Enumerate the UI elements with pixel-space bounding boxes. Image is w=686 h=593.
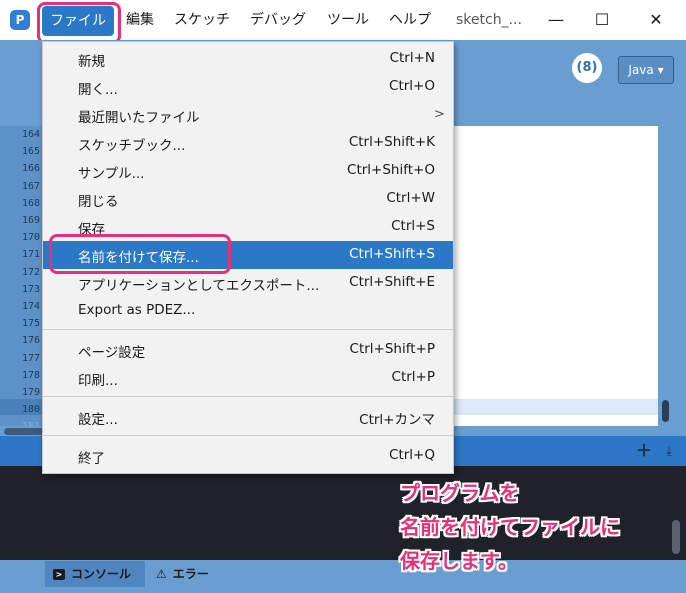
menu-item-print[interactable]: 印刷... Ctrl+P (43, 364, 453, 392)
line-number: 168 (21, 197, 40, 209)
annotation-line-2: 名前を付けてファイルに (400, 515, 620, 539)
tab-errors-label: エラー (172, 567, 209, 581)
line-number: 166 (21, 163, 40, 175)
menu-tools[interactable]: ツール (327, 0, 369, 40)
menu-debug[interactable]: デバッグ (250, 0, 306, 40)
debug-mode-button[interactable]: (8) (572, 53, 602, 83)
tab-console[interactable]: > コンソール (45, 561, 145, 587)
menu-item-open[interactable]: 開く... Ctrl+O (43, 73, 453, 101)
debug-icon: (8) (576, 60, 598, 75)
maximize-button[interactable]: ☐ (582, 0, 622, 40)
vertical-scroll-thumb[interactable] (662, 400, 669, 422)
menu-item-new[interactable]: 新規 Ctrl+N (43, 45, 453, 73)
line-number: 169 (21, 215, 40, 226)
line-number: 173 (21, 283, 40, 295)
menu-edit[interactable]: 編集 (126, 0, 154, 40)
vertical-scrollbar[interactable] (658, 126, 686, 430)
language-mode-button[interactable]: Java ▾ (618, 56, 674, 84)
highlight-ring-file-menu (37, 2, 121, 44)
line-number: 172 (21, 266, 40, 278)
menu-separator (43, 329, 453, 330)
menu-item-examples[interactable]: サンプル... Ctrl+Shift+O (43, 157, 453, 185)
menu-item-close[interactable]: 閉じる Ctrl+W (43, 185, 453, 213)
line-number: 178 (21, 369, 40, 381)
line-number: 171 (21, 249, 40, 261)
menu-item-export-pdez[interactable]: Export as PDEZ... (43, 297, 453, 325)
menu-separator (43, 435, 453, 436)
close-button[interactable]: ✕ (636, 0, 676, 40)
warning-icon: ⚠ (156, 567, 167, 581)
annotation-line-1: プログラムを (400, 481, 520, 505)
console-scroll-thumb[interactable] (672, 520, 680, 554)
terminal-icon: > (53, 569, 65, 580)
menu-item-page-setup[interactable]: ページ設定 Ctrl+Shift+P (43, 336, 453, 364)
window-title: sketch_... (456, 12, 522, 28)
menu-item-quit[interactable]: 終了 Ctrl+Q (43, 442, 453, 470)
line-number: 170 (21, 232, 40, 244)
chevron-right-icon: > (433, 106, 445, 122)
line-number: 179 (21, 387, 40, 398)
line-number: 174 (21, 301, 40, 312)
line-number: 175 (21, 318, 40, 330)
line-number: 180 (21, 404, 40, 416)
tab-console-label: コンソール (71, 567, 132, 581)
plus-icon[interactable]: ＋ (636, 443, 652, 459)
line-number: 176 (21, 335, 40, 347)
menu-item-sketchbook[interactable]: スケッチブック... Ctrl+Shift+K (43, 129, 453, 157)
line-number: 165 (21, 146, 40, 158)
line-number: 164 (21, 129, 40, 140)
menu-separator (43, 396, 453, 397)
processing-icon: P (10, 10, 30, 30)
line-number: 167 (21, 180, 40, 192)
tab-errors[interactable]: ⚠ エラー (156, 561, 236, 587)
annotation-line-3: 保存します。 (400, 549, 518, 573)
menu-item-recent[interactable]: 最近開いたファイル > (43, 101, 453, 129)
minimize-button[interactable]: — (536, 0, 576, 40)
menu-sketch[interactable]: スケッチ (174, 0, 230, 40)
line-number: 177 (21, 352, 40, 364)
menu-item-preferences[interactable]: 設定... Ctrl+カンマ (43, 403, 453, 431)
collapse-icon[interactable]: ⤓ (662, 444, 676, 458)
menu-help[interactable]: ヘルプ (389, 0, 431, 40)
highlight-ring-save-as (49, 234, 231, 274)
